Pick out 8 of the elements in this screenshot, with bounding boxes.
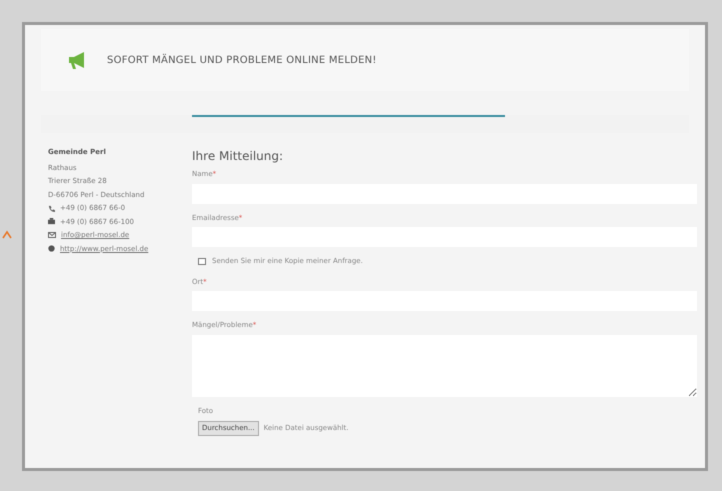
form-title: Ihre Mitteilung: [192, 148, 284, 165]
header-title: SOFORT MÄNGEL UND PROBLEME ONLINE MELDEN! [107, 52, 377, 68]
text-area[interactable] [192, 334, 697, 396]
phone-icon [48, 204, 55, 212]
envelope-icon [48, 232, 56, 238]
fax-icon [48, 218, 55, 226]
caret-icon [2, 230, 12, 240]
checkbox[interactable] [198, 258, 206, 265]
